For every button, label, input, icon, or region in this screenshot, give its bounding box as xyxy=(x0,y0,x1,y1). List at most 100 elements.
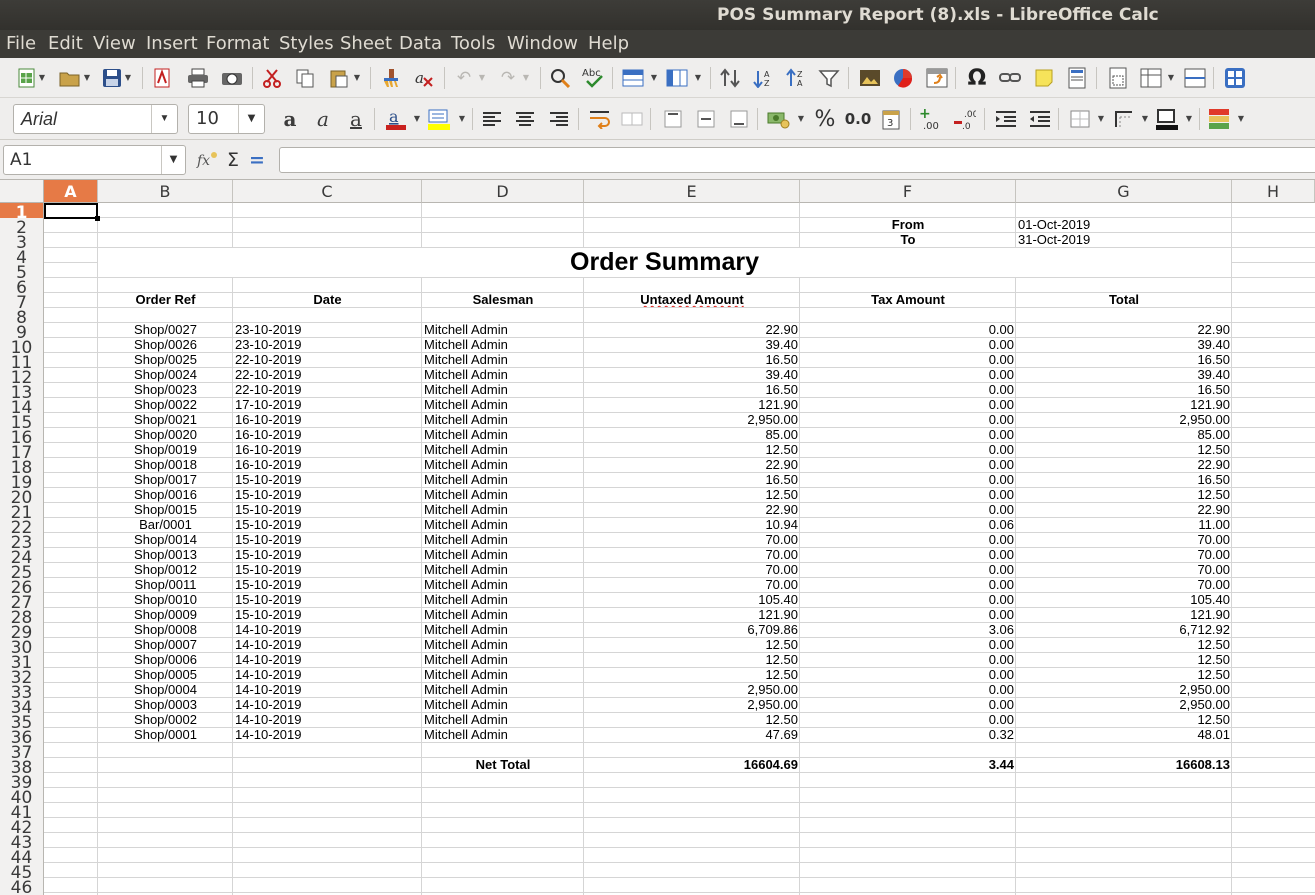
cell-order-ref[interactable]: Shop/0005 xyxy=(98,667,233,682)
cell-salesman[interactable]: Mitchell Admin xyxy=(422,337,584,352)
cell-salesman[interactable]: Mitchell Admin xyxy=(422,382,584,397)
menu-styles[interactable]: Styles xyxy=(279,33,334,55)
function-wizard-icon[interactable]: fx xyxy=(195,148,219,172)
cell-date[interactable]: 22-10-2019 xyxy=(233,367,422,382)
cell-untaxed[interactable]: 47.69 xyxy=(584,727,800,742)
cell-untaxed[interactable]: 85.00 xyxy=(584,427,800,442)
redo-icon[interactable]: ↷ xyxy=(496,66,520,90)
borders-dropdown-icon[interactable]: ▼ xyxy=(1097,107,1105,131)
border-color-icon[interactable] xyxy=(1155,107,1179,131)
row-header[interactable]: 26 xyxy=(0,578,44,593)
cell-date[interactable]: 15-10-2019 xyxy=(233,517,422,532)
cell-tax[interactable]: 0.00 xyxy=(800,547,1016,562)
conditional-dropdown-icon[interactable]: ▼ xyxy=(1237,107,1245,131)
align-top-icon[interactable] xyxy=(661,107,685,131)
cell-order-ref[interactable]: Shop/0008 xyxy=(98,622,233,637)
header-total[interactable]: Total xyxy=(1016,292,1232,307)
percent-format-icon[interactable]: % xyxy=(813,107,837,132)
row-header[interactable]: 30 xyxy=(0,638,44,653)
row-header[interactable]: 24 xyxy=(0,548,44,563)
cell-tax[interactable]: 0.00 xyxy=(800,592,1016,607)
export-pdf-icon[interactable] xyxy=(150,66,174,90)
cell-order-ref[interactable]: Shop/0010 xyxy=(98,592,233,607)
cut-icon[interactable] xyxy=(260,66,284,90)
headers-footers-icon[interactable] xyxy=(1065,66,1089,90)
column-header-g[interactable]: G xyxy=(1016,180,1232,203)
insert-image-icon[interactable] xyxy=(858,66,882,90)
align-center-icon[interactable] xyxy=(513,107,537,131)
cell-tax[interactable]: 0.32 xyxy=(800,727,1016,742)
cell-untaxed[interactable]: 39.40 xyxy=(584,367,800,382)
cell-total[interactable]: 22.90 xyxy=(1016,457,1232,472)
cell-untaxed[interactable]: 16.50 xyxy=(584,352,800,367)
cell-untaxed[interactable]: 22.90 xyxy=(584,322,800,337)
open-folder-icon[interactable] xyxy=(58,66,82,90)
cell-to-value[interactable]: 31-Oct-2019 xyxy=(1016,232,1232,247)
cell-untaxed[interactable]: 10.94 xyxy=(584,517,800,532)
row-header[interactable]: 22 xyxy=(0,518,44,533)
cell-total[interactable]: 16.50 xyxy=(1016,382,1232,397)
cell-date[interactable]: 15-10-2019 xyxy=(233,487,422,502)
cell-date[interactable]: 15-10-2019 xyxy=(233,472,422,487)
cell-tax[interactable]: 0.00 xyxy=(800,682,1016,697)
comment-icon[interactable] xyxy=(1032,66,1056,90)
cell-tax[interactable]: 0.00 xyxy=(800,457,1016,472)
cell-tax[interactable]: 0.00 xyxy=(800,442,1016,457)
column-header-b[interactable]: B xyxy=(98,180,233,203)
copy-icon[interactable] xyxy=(293,66,317,90)
borders-icon[interactable] xyxy=(1068,107,1092,131)
net-total-value[interactable]: 16608.13 xyxy=(1016,757,1232,772)
cell-untaxed[interactable]: 121.90 xyxy=(584,397,800,412)
clear-formatting-icon[interactable]: a xyxy=(412,66,436,90)
background-color-icon[interactable] xyxy=(427,107,451,131)
row-header[interactable]: 14 xyxy=(0,398,44,413)
cell-date[interactable]: 17-10-2019 xyxy=(233,397,422,412)
cell-order-ref[interactable]: Shop/0018 xyxy=(98,457,233,472)
cell-order-ref[interactable]: Shop/0019 xyxy=(98,442,233,457)
cell-untaxed[interactable]: 12.50 xyxy=(584,652,800,667)
cell-salesman[interactable]: Mitchell Admin xyxy=(422,322,584,337)
font-name-combobox[interactable]: Arial ▼ xyxy=(13,104,178,134)
cell-order-ref[interactable]: Shop/0011 xyxy=(98,577,233,592)
cell-tax[interactable]: 0.00 xyxy=(800,637,1016,652)
cell-total[interactable]: 6,712.92 xyxy=(1016,622,1232,637)
cell-date[interactable]: 15-10-2019 xyxy=(233,577,422,592)
cell-date[interactable]: 16-10-2019 xyxy=(233,442,422,457)
border-color-dropdown-icon[interactable]: ▼ xyxy=(1185,107,1193,131)
hyperlink-icon[interactable] xyxy=(998,66,1022,90)
cell-salesman[interactable]: Mitchell Admin xyxy=(422,577,584,592)
cell-date[interactable]: 15-10-2019 xyxy=(233,607,422,622)
row-header[interactable]: 18 xyxy=(0,458,44,473)
cell-tax[interactable]: 0.00 xyxy=(800,427,1016,442)
menu-file[interactable]: File xyxy=(6,33,36,55)
currency-format-icon[interactable] xyxy=(767,107,791,131)
sum-icon[interactable]: Σ xyxy=(221,148,245,172)
cell-order-ref[interactable]: Shop/0006 xyxy=(98,652,233,667)
header-order-ref[interactable]: Order Ref xyxy=(98,292,233,307)
cell-salesman[interactable]: Mitchell Admin xyxy=(422,697,584,712)
cell-tax[interactable]: 0.00 xyxy=(800,382,1016,397)
cell-salesman[interactable]: Mitchell Admin xyxy=(422,532,584,547)
net-tax-value[interactable]: 3.44 xyxy=(800,757,1016,772)
sort-ascending-icon[interactable]: AZ xyxy=(751,66,775,90)
cell-untaxed[interactable]: 22.90 xyxy=(584,457,800,472)
define-print-area-icon[interactable] xyxy=(1106,66,1130,90)
font-size-combobox[interactable]: 10 ▼ xyxy=(188,104,265,134)
row-icon[interactable] xyxy=(621,66,645,90)
cell-tax[interactable]: 3.06 xyxy=(800,622,1016,637)
cell-tax[interactable]: 0.00 xyxy=(800,712,1016,727)
cell-total[interactable]: 70.00 xyxy=(1016,547,1232,562)
cell-date[interactable]: 23-10-2019 xyxy=(233,337,422,352)
menu-view[interactable]: View xyxy=(93,33,136,55)
menu-window[interactable]: Window xyxy=(507,33,578,55)
cell-total[interactable]: 12.50 xyxy=(1016,667,1232,682)
autofilter-icon[interactable] xyxy=(817,66,841,90)
cell-untaxed[interactable]: 2,950.00 xyxy=(584,697,800,712)
number-format-icon[interactable]: 0.0 xyxy=(845,107,872,131)
cell-date[interactable]: 16-10-2019 xyxy=(233,412,422,427)
bold-icon[interactable]: a xyxy=(278,107,302,131)
cell-salesman[interactable]: Mitchell Admin xyxy=(422,427,584,442)
align-right-icon[interactable] xyxy=(547,107,571,131)
row-header[interactable]: 25 xyxy=(0,563,44,578)
decrease-indent-icon[interactable] xyxy=(1028,107,1052,131)
